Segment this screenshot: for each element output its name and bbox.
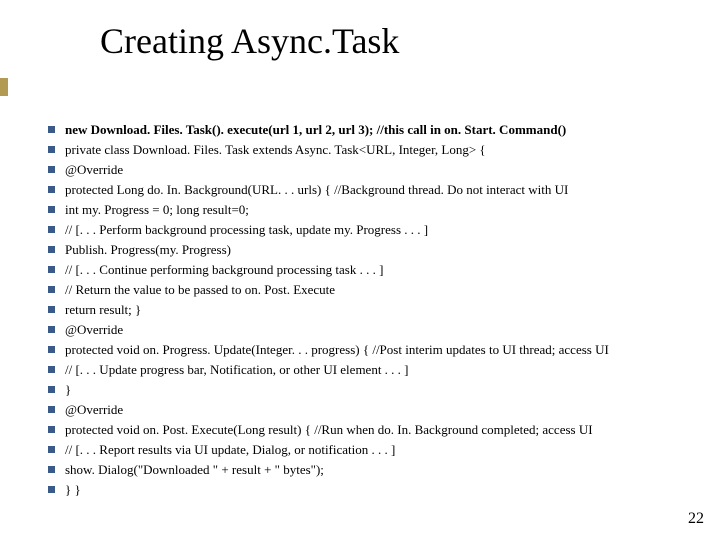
square-bullet-icon — [48, 166, 55, 173]
bullet-line: // Return the value to be passed to on. … — [48, 280, 700, 300]
bullet-line: } — [48, 380, 700, 400]
bullet-text: private class Download. Files. Task exte… — [65, 140, 700, 160]
bullet-text: @Override — [65, 320, 700, 340]
square-bullet-icon — [48, 446, 55, 453]
bullet-line: // [. . . Update progress bar, Notificat… — [48, 360, 700, 380]
bullet-text: protected Long do. In. Background(URL. .… — [65, 180, 700, 200]
bullet-text: } — [65, 380, 700, 400]
square-bullet-icon — [48, 226, 55, 233]
bullet-text: @Override — [65, 160, 700, 180]
bullet-text: @Override — [65, 400, 700, 420]
square-bullet-icon — [48, 146, 55, 153]
bullet-text: protected void on. Post. Execute(Long re… — [65, 420, 700, 440]
bullet-line: protected Long do. In. Background(URL. .… — [48, 180, 700, 200]
square-bullet-icon — [48, 366, 55, 373]
bullet-line: return result; } — [48, 300, 700, 320]
square-bullet-icon — [48, 206, 55, 213]
bullet-line: new Download. Files. Task(). execute(url… — [48, 120, 700, 140]
square-bullet-icon — [48, 306, 55, 313]
bullet-line: // [. . . Perform background processing … — [48, 220, 700, 240]
square-bullet-icon — [48, 266, 55, 273]
bullet-line: // [. . . Report results via UI update, … — [48, 440, 700, 460]
bullet-line: @Override — [48, 400, 700, 420]
bullet-text: Publish. Progress(my. Progress) — [65, 240, 700, 260]
square-bullet-icon — [48, 246, 55, 253]
bullet-text: } } — [65, 480, 700, 500]
bullet-text: protected void on. Progress. Update(Inte… — [65, 340, 700, 360]
bullet-line: } } — [48, 480, 700, 500]
slide-title: Creating Async.Task — [100, 20, 399, 62]
bullet-text: // [. . . Report results via UI update, … — [65, 440, 700, 460]
square-bullet-icon — [48, 186, 55, 193]
accent-bar — [0, 78, 8, 96]
slide: Creating Async.Task new Download. Files.… — [0, 0, 720, 540]
bullet-line: private class Download. Files. Task exte… — [48, 140, 700, 160]
slide-body: new Download. Files. Task(). execute(url… — [48, 120, 700, 500]
square-bullet-icon — [48, 126, 55, 133]
bullet-text: // [. . . Continue performing background… — [65, 260, 700, 280]
square-bullet-icon — [48, 406, 55, 413]
bullet-line: Publish. Progress(my. Progress) — [48, 240, 700, 260]
bullet-text: new Download. Files. Task(). execute(url… — [65, 120, 700, 140]
bullet-line: // [. . . Continue performing background… — [48, 260, 700, 280]
page-number: 22 — [688, 510, 704, 528]
bullet-text: int my. Progress = 0; long result=0; — [65, 200, 700, 220]
square-bullet-icon — [48, 466, 55, 473]
square-bullet-icon — [48, 486, 55, 493]
square-bullet-icon — [48, 286, 55, 293]
bullet-text: // [. . . Update progress bar, Notificat… — [65, 360, 700, 380]
bullet-line: show. Dialog("Downloaded " + result + " … — [48, 460, 700, 480]
square-bullet-icon — [48, 326, 55, 333]
square-bullet-icon — [48, 346, 55, 353]
bullet-line: @Override — [48, 160, 700, 180]
bullet-line: protected void on. Post. Execute(Long re… — [48, 420, 700, 440]
bullet-text: show. Dialog("Downloaded " + result + " … — [65, 460, 700, 480]
bullet-line: @Override — [48, 320, 700, 340]
bullet-text: // Return the value to be passed to on. … — [65, 280, 700, 300]
bullet-line: int my. Progress = 0; long result=0; — [48, 200, 700, 220]
bullet-line: protected void on. Progress. Update(Inte… — [48, 340, 700, 360]
square-bullet-icon — [48, 386, 55, 393]
bullet-text: // [. . . Perform background processing … — [65, 220, 700, 240]
bullet-text: return result; } — [65, 300, 700, 320]
square-bullet-icon — [48, 426, 55, 433]
